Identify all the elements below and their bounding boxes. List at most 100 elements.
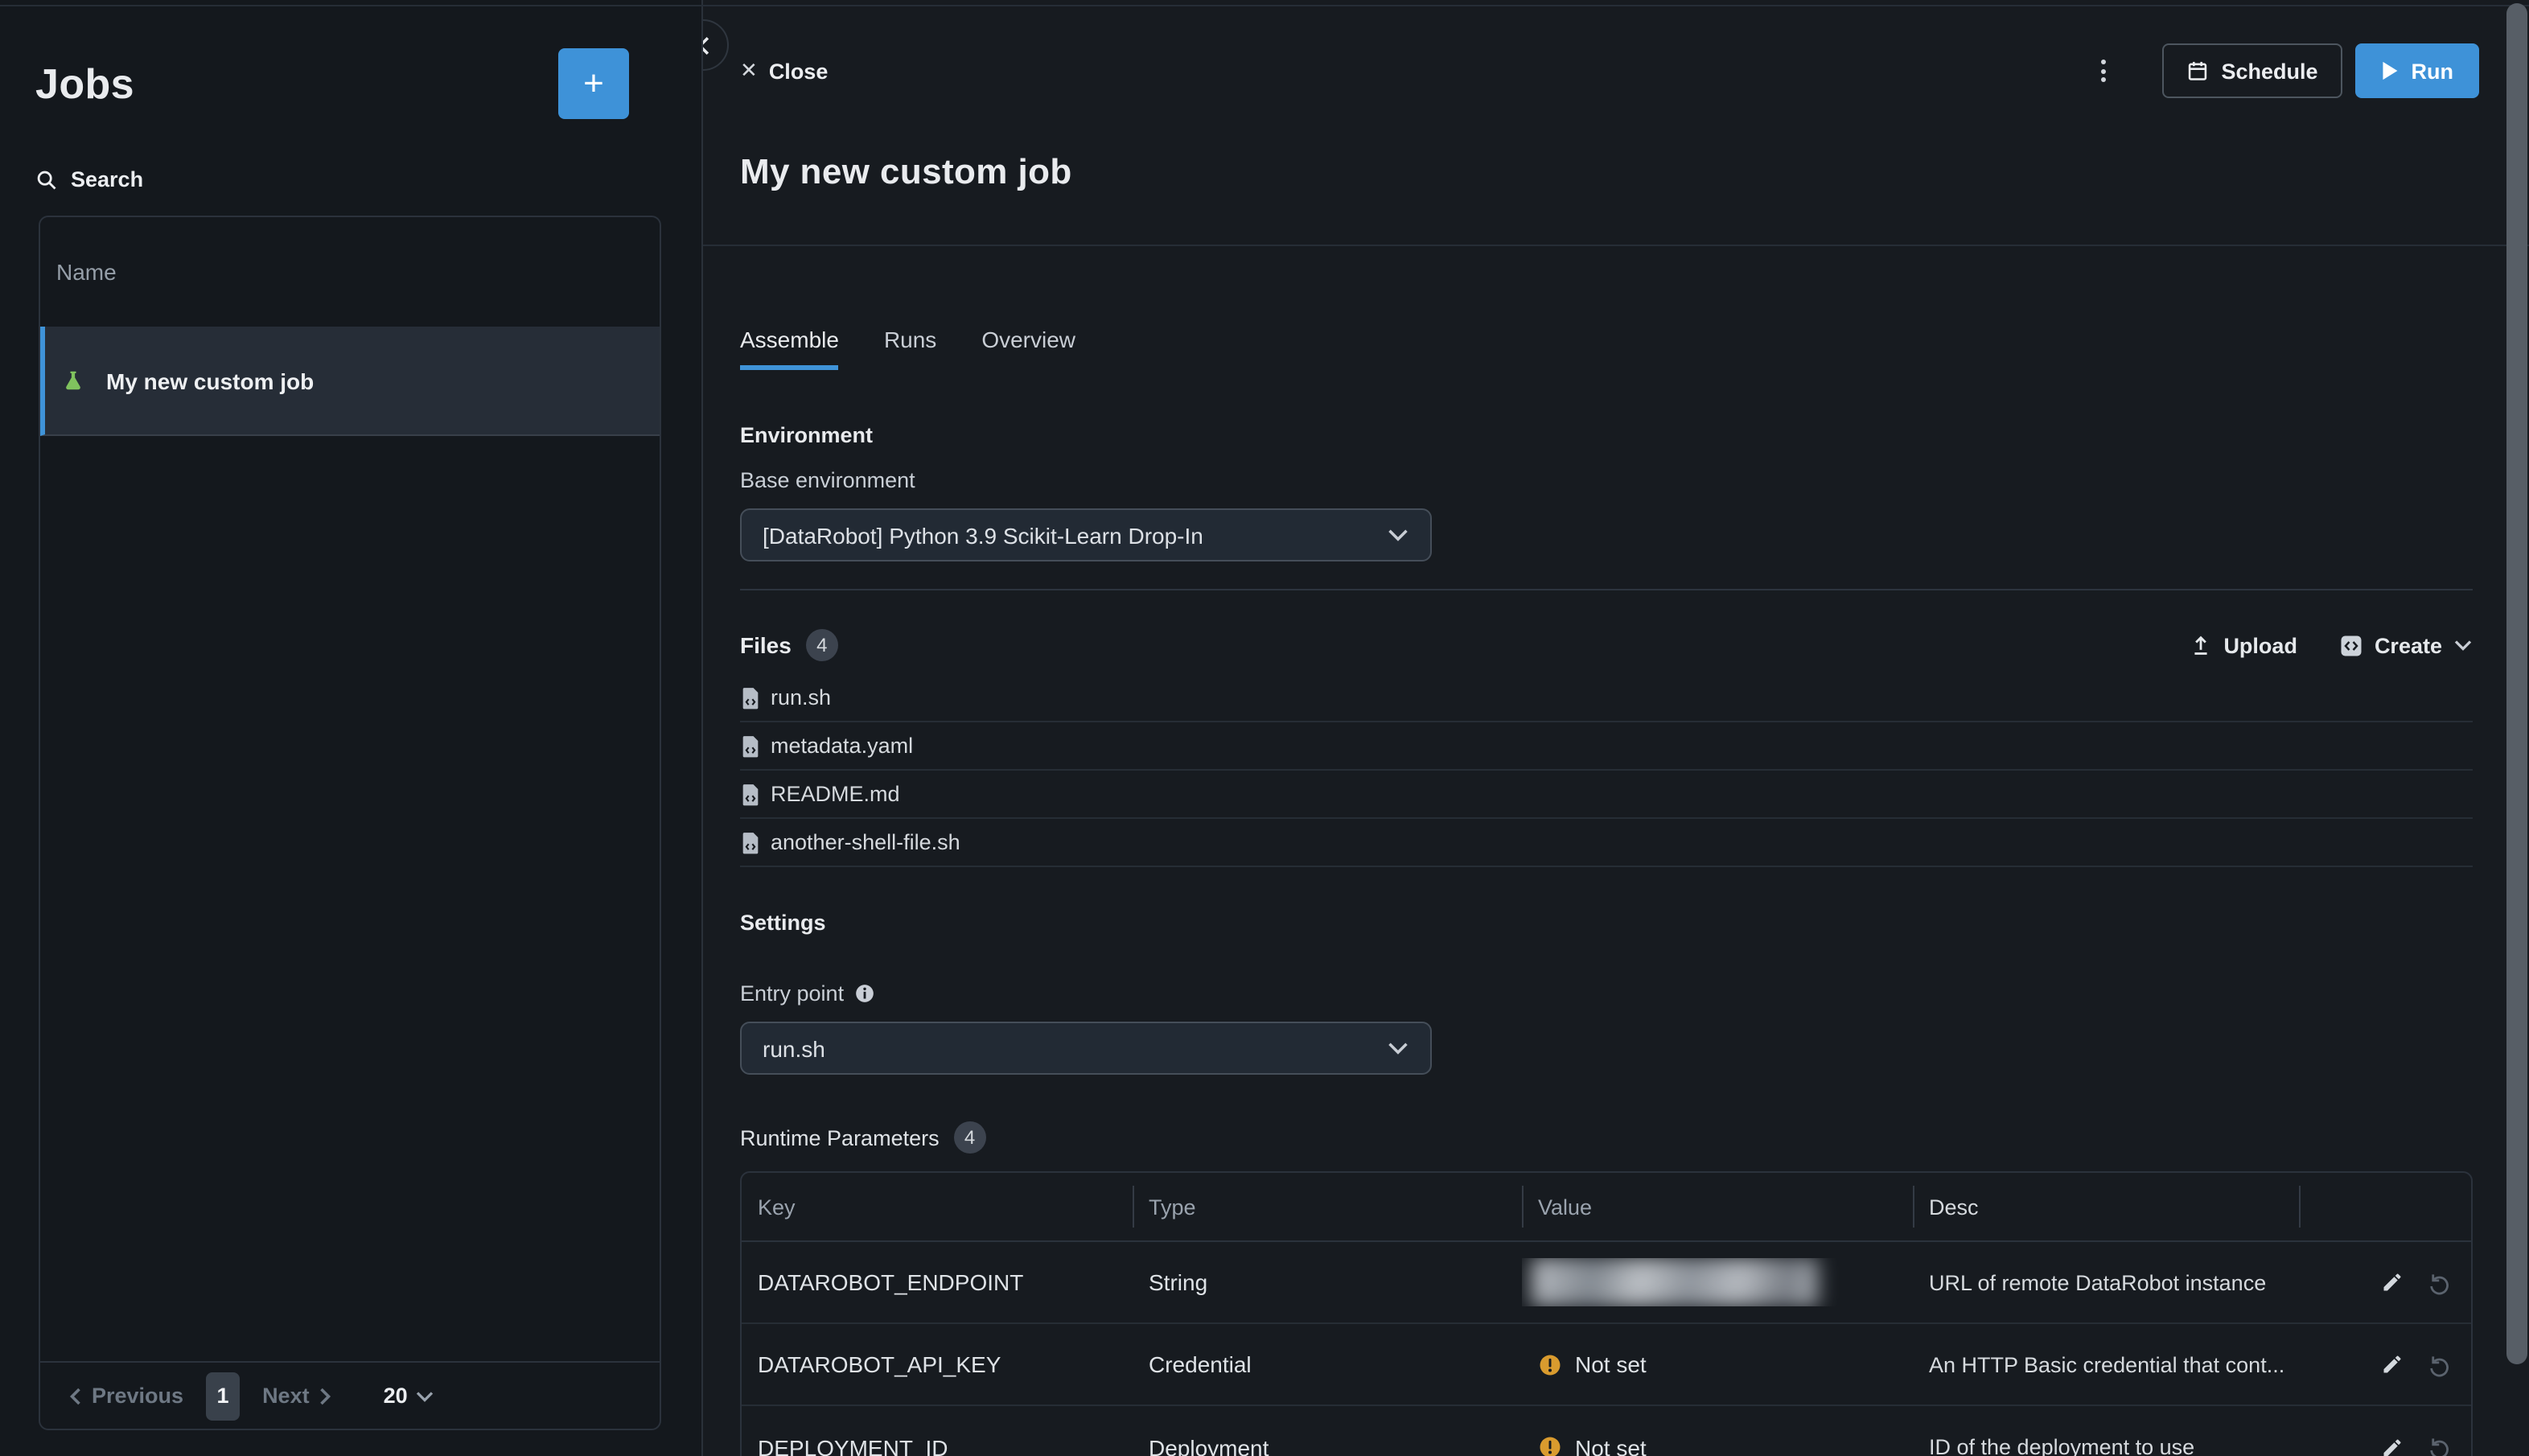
tab-overview[interactable]: Overview: [981, 327, 1075, 370]
jobs-app: Jobs + Search Name My new custom job Pre…: [0, 0, 2529, 1456]
undo-icon: [2426, 1435, 2450, 1456]
job-list-item[interactable]: My new custom job: [40, 327, 660, 436]
reset-button[interactable]: [2426, 1435, 2450, 1456]
files-header: Files 4 Upload Create: [740, 623, 2473, 668]
list-header: Name: [40, 217, 660, 327]
pencil-icon: [2381, 1436, 2404, 1456]
file-code-icon: [740, 783, 761, 805]
more-actions-button[interactable]: [2084, 51, 2123, 90]
file-code-icon: [740, 686, 761, 709]
next-label: Next: [262, 1384, 310, 1408]
files-title-group: Files 4: [740, 629, 838, 661]
undo-icon: [2426, 1352, 2450, 1376]
file-list: run.sh metadata.yaml README.md another-s…: [740, 674, 2473, 867]
chevron-down-icon: [2453, 639, 2473, 652]
runtime-params-header: Runtime Parameters 4: [740, 1121, 2473, 1154]
upload-button[interactable]: Upload: [2190, 633, 2297, 657]
info-icon[interactable]: [853, 983, 874, 1004]
search-icon: [35, 168, 58, 191]
jobs-sidebar: Jobs + Search Name My new custom job Pre…: [0, 0, 703, 1456]
current-page[interactable]: 1: [206, 1372, 240, 1420]
scrollbar: [2506, 0, 2527, 1456]
previous-label: Previous: [92, 1384, 183, 1408]
create-button[interactable]: Create: [2339, 633, 2473, 657]
flask-icon: [61, 368, 85, 393]
param-value: [1522, 1258, 1913, 1306]
page-size-value: 20: [384, 1384, 408, 1408]
file-row[interactable]: README.md: [740, 771, 2473, 819]
play-icon: [2381, 61, 2399, 80]
chevron-down-icon: [416, 1389, 435, 1402]
param-key: DATAROBOT_ENDPOINT: [742, 1269, 1133, 1295]
param-key: DEPLOYMENT_ID: [742, 1434, 1133, 1456]
undo-icon: [2426, 1270, 2450, 1294]
schedule-button[interactable]: Schedule: [2161, 43, 2342, 98]
close-button[interactable]: ✕ Close: [740, 58, 828, 84]
close-label: Close: [769, 59, 829, 83]
next-page-button[interactable]: Next: [262, 1384, 332, 1408]
jobs-list-panel: Name My new custom job Previous 1 Next 2…: [39, 216, 661, 1430]
param-desc: An HTTP Basic credential that cont...: [1913, 1352, 2299, 1376]
column-header-value: Value: [1522, 1173, 1913, 1240]
param-type: Deployment: [1133, 1434, 1522, 1456]
runtime-params-label: Runtime Parameters: [740, 1125, 940, 1150]
search-toggle[interactable]: Search: [35, 167, 666, 191]
column-header-key: Key: [742, 1173, 1133, 1240]
page-title: My new custom job: [740, 151, 2529, 193]
file-row[interactable]: run.sh: [740, 674, 2473, 722]
detail-toolbar: ✕ Close Schedule Run: [703, 0, 2529, 98]
previous-page-button[interactable]: Previous: [69, 1384, 183, 1408]
search-label: Search: [71, 167, 143, 191]
tab-bar: Assemble Runs Overview: [740, 327, 2529, 370]
param-type: String: [1133, 1269, 1522, 1295]
calendar-icon: [2186, 60, 2208, 82]
scrollbar-thumb[interactable]: [2506, 3, 2527, 1364]
param-value: Not set: [1522, 1434, 1913, 1456]
file-code-icon: [740, 831, 761, 853]
runtime-params-count-badge: 4: [954, 1121, 986, 1154]
files-count-badge: 4: [806, 629, 838, 661]
redacted-value: [1532, 1258, 1818, 1306]
warning-icon: [1538, 1435, 1562, 1456]
base-environment-select[interactable]: [DataRobot] Python 3.9 Scikit-Learn Drop…: [740, 508, 1432, 561]
table-header-row: Key Type Value Desc: [742, 1173, 2471, 1242]
tab-runs[interactable]: Runs: [884, 327, 936, 370]
files-section-title: Files: [740, 632, 792, 658]
sidebar-header: Jobs +: [0, 0, 701, 119]
tab-assemble[interactable]: Assemble: [740, 327, 839, 370]
column-header-actions: [2299, 1173, 2471, 1240]
entry-point-row: Entry point: [740, 981, 2473, 1006]
param-actions: [2299, 1352, 2471, 1376]
chevron-right-icon: [319, 1386, 332, 1405]
base-environment-label: Base environment: [740, 468, 2473, 492]
entry-point-value: run.sh: [763, 1035, 825, 1061]
column-header-type: Type: [1133, 1173, 1522, 1240]
param-key: DATAROBOT_API_KEY: [742, 1351, 1133, 1377]
add-job-button[interactable]: +: [558, 48, 629, 119]
reset-button[interactable]: [2426, 1270, 2450, 1294]
entry-point-label: Entry point: [740, 981, 844, 1006]
edit-button[interactable]: [2381, 1271, 2404, 1294]
pencil-icon: [2381, 1353, 2404, 1376]
param-value: Not set: [1522, 1351, 1913, 1377]
table-row: DEPLOYMENT_ID Deployment Not set ID of t…: [742, 1406, 2471, 1456]
close-icon: ✕: [740, 58, 758, 84]
run-button[interactable]: Run: [2355, 43, 2480, 98]
file-row[interactable]: metadata.yaml: [740, 722, 2473, 771]
pencil-icon: [2381, 1271, 2404, 1294]
param-value-text: Not set: [1575, 1351, 1647, 1377]
schedule-label: Schedule: [2221, 59, 2317, 83]
list-column-name: Name: [56, 259, 117, 285]
entry-point-select[interactable]: run.sh: [740, 1022, 1432, 1075]
assemble-tab-content: Environment Base environment [DataRobot]…: [703, 370, 2529, 1456]
chevron-down-icon: [1387, 1041, 1409, 1055]
top-hairline: [0, 5, 2529, 6]
reset-button[interactable]: [2426, 1352, 2450, 1376]
file-row[interactable]: another-shell-file.sh: [740, 819, 2473, 867]
edit-button[interactable]: [2381, 1353, 2404, 1376]
header-divider: [703, 245, 2529, 246]
edit-button[interactable]: [2381, 1436, 2404, 1456]
page-size-select[interactable]: 20: [384, 1384, 435, 1408]
file-code-icon: [740, 734, 761, 757]
chevron-left-icon: [703, 35, 710, 56]
